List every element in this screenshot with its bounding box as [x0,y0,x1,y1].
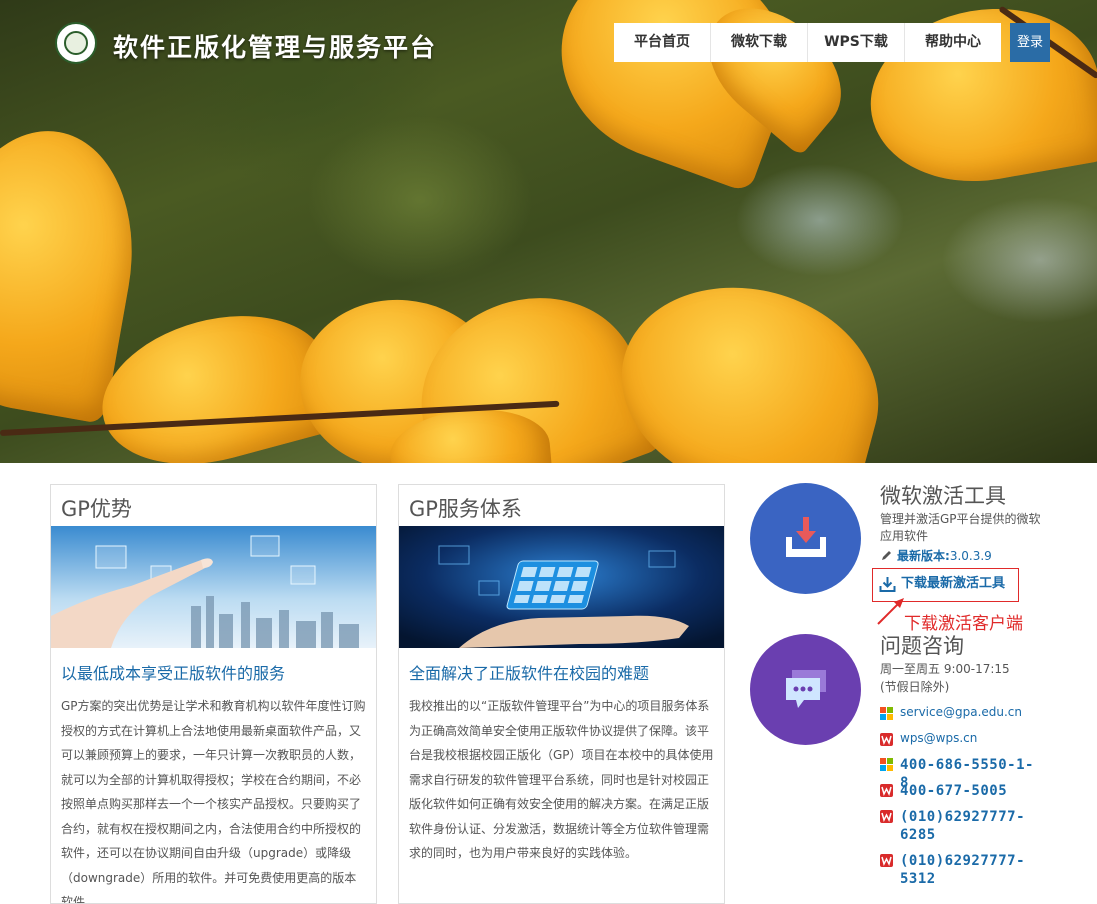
nav-microsoft-download[interactable]: 微软下载 [711,23,808,62]
card-title: GP优势 [61,497,132,521]
card-body-text: GP方案的突出优势是让学术和教育机构以软件年度性订购授权的方式在计算机上合法地使… [61,699,366,904]
leaf-image [598,259,902,463]
contact-text: service@gpa.edu.cn [900,705,1023,719]
chat-bubble-icon [785,669,826,708]
microsoft-icon [880,758,893,771]
card-subtitle: 全面解决了正版软件在校园的难题 [409,664,650,683]
version-value: 3.0.3.9 [949,549,992,563]
contact-item[interactable]: 400-677-5005 [880,782,1040,800]
wps-icon [880,810,893,823]
activation-title: 微软激活工具 [880,484,1006,508]
contact-text: 400-677-5005 [900,783,1008,799]
contact-text: wps@wps.cn [900,731,978,745]
touch-city-image [51,526,376,648]
activation-desc: 管理并激活GP平台提供的微软应用软件 [880,512,1041,543]
download-icon [879,577,896,592]
download-tray-icon [785,516,826,557]
consult-hours: 周一至周五 9:00-17:15 [880,662,1010,676]
download-link-label: 下载最新激活工具 [901,576,1006,591]
contact-item[interactable]: service@gpa.edu.cn [880,705,1022,720]
consult-circle [750,634,861,745]
wps-icon [880,854,893,867]
card-subtitle: 以最低成本享受正版软件的服务 [61,664,286,683]
consult-title: 问题咨询 [880,634,964,658]
hero-banner: 软件正版化管理与服务平台 平台首页 微软下载 WPS下载 帮助中心 登录 [0,0,1097,463]
hand-device-image [399,526,724,648]
microsoft-icon [880,707,893,720]
wps-icon [880,784,893,797]
nav-help-center[interactable]: 帮助中心 [905,23,1001,62]
contact-text: (010)62927777-6285 [900,809,1026,843]
gp-service-card: GP服务体系 全面解决了正版软件在校园的难题 我校推出的以“正版软件管理平台”为… [398,484,725,904]
card-body-text: 我校推出的以“正版软件管理平台”为中心的项目服务体系为正确高效简单安全使用正版软… [409,699,714,860]
pencil-icon [882,551,891,560]
nav-wps-download[interactable]: WPS下载 [808,23,905,62]
gp-advantage-card: GP优势 以最低成本享受正版软件的服务 GP方案的突出优势是让学术和教育机构以软… [50,484,377,904]
card-title: GP服务体系 [409,497,522,521]
wps-icon [880,733,893,746]
university-logo[interactable] [55,22,97,64]
contact-text: (010)62927777-5312 [900,853,1026,887]
main-nav: 平台首页 微软下载 WPS下载 帮助中心 [614,23,1001,62]
version-info: 最新版本:3.0.3.9 [880,547,992,564]
contact-item[interactable]: (010)62927777-6285 [880,808,1040,844]
consult-holiday: (节假日除外) [880,680,950,694]
contact-item[interactable]: wps@wps.cn [880,731,977,746]
nav-home[interactable]: 平台首页 [614,23,711,62]
site-title: 软件正版化管理与服务平台 [113,33,438,62]
activation-circle[interactable] [750,483,861,594]
contact-item[interactable]: (010)62927777-5312 [880,852,1040,888]
login-button[interactable]: 登录 [1010,23,1050,62]
version-label: 最新版本: [897,549,950,563]
